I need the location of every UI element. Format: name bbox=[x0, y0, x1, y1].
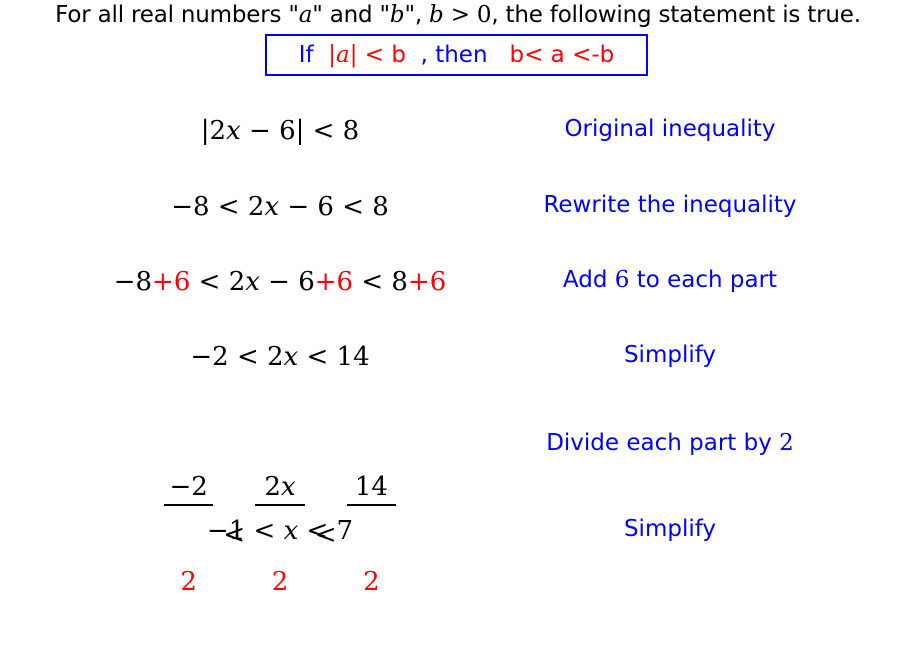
math-text: < 8 bbox=[353, 267, 408, 297]
label-number: 2 bbox=[779, 430, 794, 456]
step-2-math: −8 < 2x − 6 < 8 bbox=[90, 192, 470, 222]
numerator-variable: x bbox=[280, 472, 296, 502]
intro-text-start: For all real numbers " bbox=[55, 2, 299, 28]
rule-premise: < b bbox=[357, 42, 414, 68]
math-text: |2 bbox=[200, 116, 227, 146]
math-variable: x bbox=[245, 267, 260, 297]
math-text: − 6 < 8 bbox=[279, 192, 389, 222]
intro-statement: For all real numbers "a" and "b", b > 0,… bbox=[0, 0, 916, 30]
label-text: Divide each part by bbox=[546, 430, 780, 456]
intro-text-comma: ", bbox=[404, 2, 430, 28]
intro-text-end: , the following statement is true. bbox=[491, 2, 861, 28]
label-text: to each part bbox=[629, 267, 778, 293]
math-variable: x bbox=[283, 342, 299, 372]
rule-conclusion: b< a <-b bbox=[509, 42, 615, 68]
label-number: 6 bbox=[614, 267, 630, 293]
math-text: < 2 bbox=[190, 267, 246, 297]
label-text: Add bbox=[562, 267, 615, 293]
intro-text-and: " and " bbox=[312, 2, 390, 28]
rule-abs-expression: |a| bbox=[328, 42, 358, 68]
math-text: −8 bbox=[113, 267, 153, 297]
step-row: −2 < 2x < 14 Simplify bbox=[0, 342, 916, 402]
fraction-numerator: 2x bbox=[255, 472, 305, 506]
rule-box: If |a| < b , then b< a <-b bbox=[265, 34, 648, 76]
variable-b: b bbox=[389, 2, 405, 28]
math-text: < 7 bbox=[298, 516, 354, 546]
math-text: < 14 bbox=[298, 342, 370, 372]
math-text: − 6 bbox=[259, 267, 315, 297]
rule-then-label: , then bbox=[413, 42, 510, 68]
fraction-numerator: −2 bbox=[163, 472, 214, 506]
step-4-label: Simplify bbox=[623, 342, 717, 368]
rule-if-label: If bbox=[298, 42, 329, 68]
numerator-coefficient: 2 bbox=[264, 472, 281, 502]
step-3-math: −8+6 < 2x − 6+6 < 8+6 bbox=[90, 267, 470, 297]
condition-relation: > 0 bbox=[443, 2, 492, 28]
step-4-math: −2 < 2x < 14 bbox=[90, 342, 470, 372]
step-2-label: Rewrite the inequality bbox=[543, 192, 797, 218]
step-6-label: Simplify bbox=[623, 516, 717, 542]
step-1-label: Original inequality bbox=[564, 116, 776, 142]
math-text: −8 < 2 bbox=[171, 192, 265, 222]
step-row: −2 2 < 2x 2 < 14 2 Divide each part by 2 bbox=[0, 412, 916, 597]
math-text: −1 < bbox=[206, 516, 284, 546]
step-row: −8+6 < 2x − 6+6 < 8+6 Add 6 to each part bbox=[0, 267, 916, 327]
variable-a: a bbox=[298, 2, 313, 28]
math-variable: x bbox=[264, 192, 280, 222]
math-text: − 6| < 8 bbox=[240, 116, 360, 146]
condition-variable: b bbox=[429, 2, 444, 28]
math-variable: x bbox=[283, 516, 299, 546]
step-row: −8 < 2x − 6 < 8 Rewrite the inequality bbox=[0, 192, 916, 252]
step-row: −1 < x < 7 Simplify bbox=[0, 516, 916, 576]
math-variable: x bbox=[226, 116, 241, 146]
step-3-label: Add 6 to each part bbox=[470, 267, 870, 293]
step-5-label: Divide each part by 2 bbox=[470, 430, 870, 456]
math-added-term: +6 bbox=[314, 267, 354, 297]
step-1-math: |2x − 6| < 8 bbox=[90, 116, 470, 146]
math-text: −2 < 2 bbox=[190, 342, 284, 372]
step-6-math: −1 < x < 7 bbox=[90, 516, 470, 546]
fraction-numerator: 14 bbox=[346, 472, 397, 506]
step-row: |2x − 6| < 8 Original inequality bbox=[0, 116, 916, 176]
math-added-term: +6 bbox=[407, 267, 447, 297]
math-added-term: +6 bbox=[152, 267, 191, 297]
